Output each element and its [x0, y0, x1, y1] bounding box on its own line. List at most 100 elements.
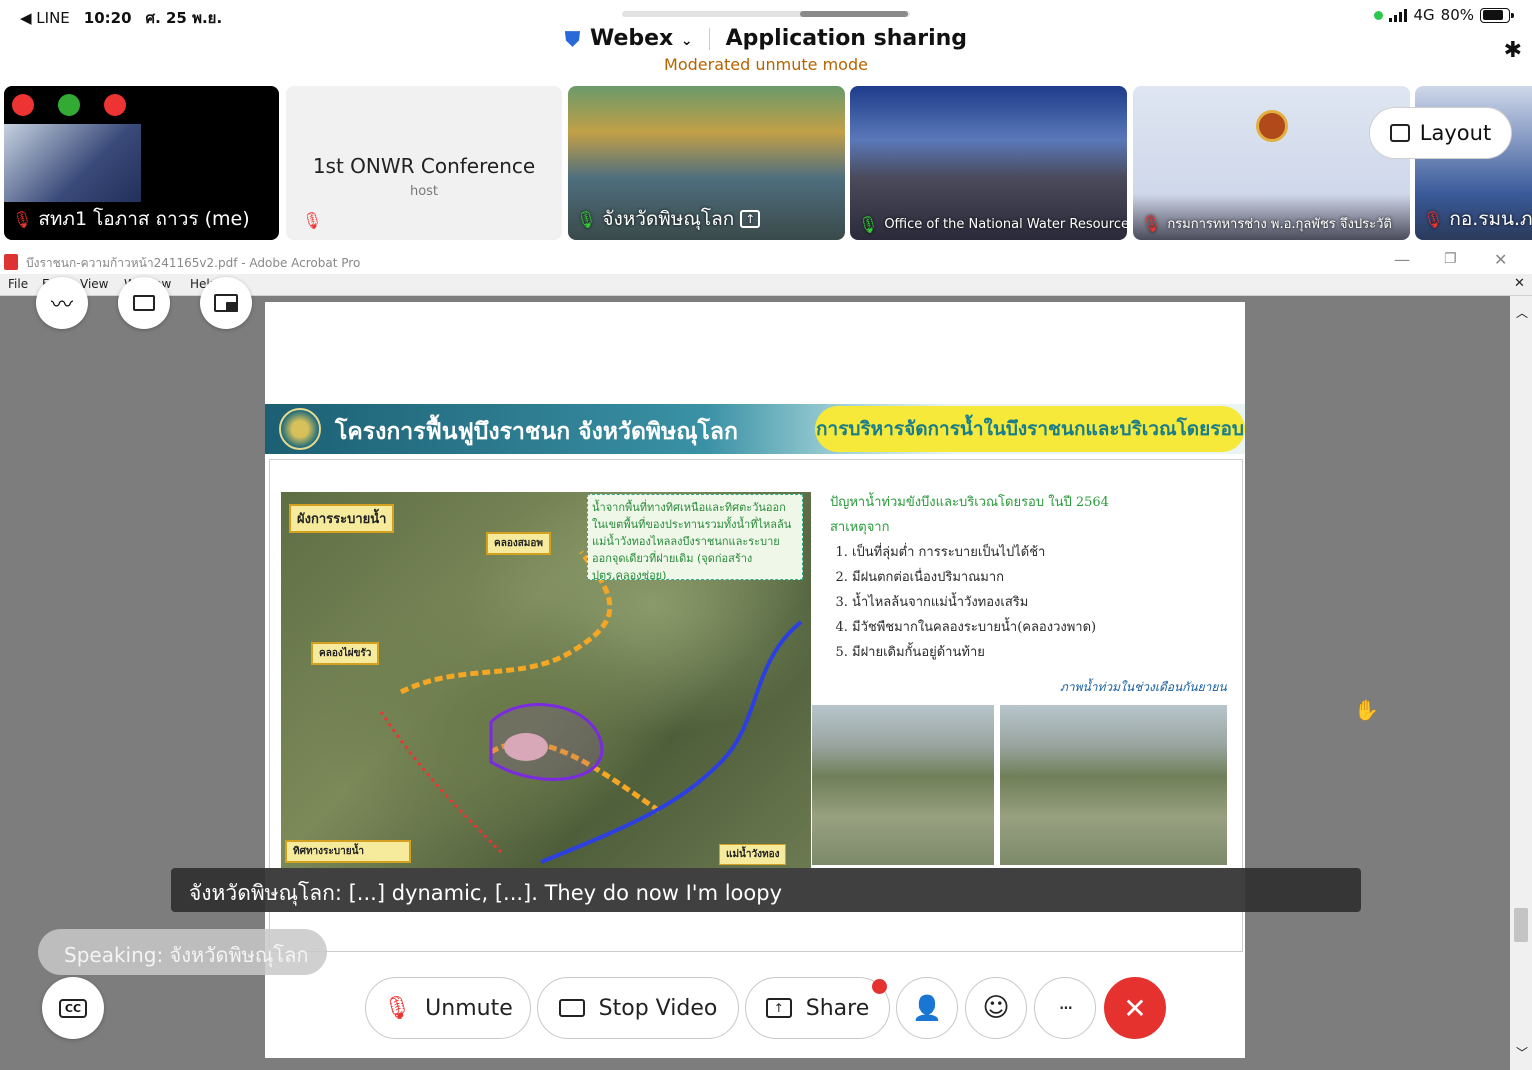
participant-name: 🎙 สทภ1 โอภาส ถาวร (me) — [12, 204, 250, 234]
scroll-up-icon[interactable]: ︿ — [1516, 304, 1528, 321]
cause-heading: สาเหตุจาก — [830, 520, 890, 535]
restore-icon[interactable]: ❐ — [1444, 251, 1457, 267]
more-options-button[interactable]: ··· — [1034, 977, 1096, 1039]
problem-heading: ปัญหาน้ำท่วมขังบึงและบริเวณโดยรอบ ในปี 2… — [830, 495, 1109, 510]
menu-file[interactable]: File — [8, 277, 28, 291]
mic-icon: 🎙 — [858, 215, 879, 234]
closed-captions-button[interactable]: CC — [42, 977, 104, 1039]
map-title-label: ผังการระบายน้ำ — [289, 504, 395, 533]
audio-level-icon — [58, 94, 80, 116]
mic-in-use-indicator — [1374, 10, 1384, 20]
pdf-icon — [4, 254, 18, 270]
participant-tile[interactable]: 🎙 Office of the National Water Resources — [850, 86, 1127, 240]
stop-video-label: Stop Video — [598, 995, 718, 1021]
canal-route — [399, 550, 613, 695]
mic-muted-icon: 🎙 — [302, 211, 323, 230]
pen-scribble-icon: 〰 — [50, 293, 73, 318]
vertical-scrollbar[interactable]: ︿ ﹀ — [1510, 296, 1532, 1070]
battery-percent: 80% — [1440, 6, 1474, 24]
layout-label: Layout — [1419, 121, 1492, 145]
list-item: มีวัชพืชมากในคลองระบายน้ำ(คลองวงพาด) — [852, 615, 1230, 640]
divider — [708, 27, 710, 50]
photo-caption: ภาพน้ำท่วมในช่วงเดือนกันยายน — [1060, 680, 1227, 694]
notification-dot — [872, 979, 887, 994]
map-note: น้ำจากพื้นที่ทางทิศเหนือและทิศตะวันออกใน… — [587, 494, 803, 580]
map-legend: ทิศทางระบายน้ำ — [285, 840, 411, 863]
clock: 10:20 — [83, 9, 132, 27]
participant-label: Office of the National Water Resources — [884, 217, 1127, 232]
share-label: Share — [805, 995, 870, 1021]
shield-icon: ⛊ — [564, 26, 580, 51]
participant-tile[interactable]: 🎙 จังหวัดพิษณุโลก ↑ — [568, 86, 845, 240]
list-item: เป็นที่ลุ่มต่ำ การระบายเป็นไปได้ช้า — [852, 540, 1230, 565]
chevron-down-icon: ⌄ — [680, 33, 693, 49]
screen-view-button[interactable] — [118, 277, 170, 329]
participant-label: กอ.รมน.ภ — [1449, 208, 1532, 230]
role-label: host — [409, 184, 439, 199]
participant-name: 🎙 กรมการทหารช่าง พ.อ.กุลพัชร จึงประวัติ — [1141, 213, 1392, 234]
participant-label: กรมการทหารช่าง พ.อ.กุลพัชร จึงประวัติ — [1167, 217, 1392, 232]
list-item: น้ำไหลล้นจากแม่น้ำวังทองเสริม — [852, 590, 1230, 615]
list-item: มีฝนตกต่อเนื่องปริมาณมาก — [852, 565, 1230, 590]
mic-icon: 🎙 — [576, 209, 597, 229]
leave-meeting-button[interactable]: ✕ — [1104, 977, 1166, 1039]
drainage-map: ผังการระบายน้ำ คลองสมอพ คลองไผ่ขรัว แม่น… — [281, 492, 811, 868]
stop-video-button[interactable]: Stop Video — [537, 977, 739, 1039]
boundary-line — [379, 711, 503, 854]
participant-tile-host[interactable]: 1st ONWR Conference host 🎙 — [286, 86, 562, 240]
mic-muted-icon: 🎙 — [1141, 214, 1162, 233]
canal-label: คลองสมอพ — [486, 532, 551, 555]
slide-banner: โครงการฟื้นฟูบึงราชนก จังหวัดพิษณุโลก กา… — [265, 404, 1245, 454]
seal-logo — [279, 408, 321, 450]
active-speaker-indicator: Speaking: จังหวัดพิษณุโลก — [38, 929, 327, 975]
cc-icon: CC — [58, 998, 88, 1018]
window-title: บึงราชนก-ความก้าวหน้า241165v2.pdf - Adob… — [26, 256, 361, 270]
mute-icon — [12, 94, 34, 116]
participant-label: จังหวัดพิษณุโลก — [602, 208, 735, 230]
mic-muted-icon: 🎙 — [383, 995, 412, 1021]
unmute-button[interactable]: 🎙 Unmute — [365, 977, 531, 1039]
signal-icon — [1389, 8, 1408, 22]
minimize-icon[interactable]: — — [1394, 250, 1410, 269]
record-icon — [104, 94, 126, 116]
annotate-button[interactable]: 〰 — [36, 277, 88, 329]
flood-photo — [812, 705, 994, 865]
share-button[interactable]: ↑ Share — [745, 977, 890, 1039]
participant-name: 🎙 กอ.รมน.ภ — [1423, 204, 1532, 234]
smiley-add-icon: ☺ — [982, 993, 1010, 1023]
webex-app-menu[interactable]: Webex ⌄ — [590, 26, 693, 51]
sharing-icon: ↑ — [740, 210, 761, 228]
close-icon[interactable]: ✕ — [1494, 250, 1507, 269]
participant-label: 1st ONWR Conference — [312, 154, 536, 178]
reactions-button[interactable]: ☺ — [965, 977, 1027, 1039]
tile-status-icons — [12, 94, 126, 116]
participants-button[interactable]: 👤 — [896, 977, 958, 1039]
participant-name: 🎙 Office of the National Water Resources — [858, 215, 1127, 234]
hand-cursor-icon: ✋ — [1354, 698, 1379, 722]
acrobat-titlebar: บึงราชนก-ความก้าวหน้า241165v2.pdf - Adob… — [0, 250, 1532, 274]
mic-muted-icon: 🎙 — [12, 209, 33, 229]
switch-view-button[interactable] — [200, 277, 252, 329]
participant-tile[interactable]: 🎙 กรมการทหารช่าง พ.อ.กุลพัชร จึงประวัติ — [1133, 86, 1410, 240]
network-type: 4G — [1413, 6, 1435, 24]
close-document-icon[interactable]: ✕ — [1514, 276, 1525, 291]
slide-section-label: การบริหารจัดการน้ำในบึงราชนกและบริเวณโดย… — [815, 406, 1245, 452]
participant-label: สทภ1 โอภาส ถาวร (me) — [38, 208, 250, 230]
participant-tile-self[interactable]: 🎙 สทภ1 โอภาส ถาวร (me) — [4, 86, 279, 240]
cause-list: เป็นที่ลุ่มต่ำ การระบายเป็นไปได้ช้า มีฝน… — [852, 540, 1230, 665]
app-name: Webex — [589, 26, 674, 51]
bluetooth-icon: ✱ — [1503, 38, 1522, 63]
video-camera-icon — [558, 999, 585, 1017]
back-to-app-link[interactable]: ◀ LINE — [20, 9, 70, 27]
lake — [504, 733, 548, 761]
unmute-label: Unmute — [425, 995, 513, 1021]
self-video — [4, 124, 141, 202]
emblem — [1256, 110, 1288, 142]
scroll-down-icon[interactable]: ﹀ — [1516, 1044, 1528, 1061]
layout-button[interactable]: Layout — [1369, 107, 1512, 159]
more-icon: ··· — [1058, 996, 1073, 1020]
multitasking-grabber[interactable] — [622, 11, 910, 17]
monitor-icon — [133, 295, 155, 311]
scroll-thumb[interactable] — [1514, 908, 1528, 942]
slide-title: โครงการฟื้นฟูบึงราชนก จังหวัดพิษณุโลก — [335, 418, 738, 445]
